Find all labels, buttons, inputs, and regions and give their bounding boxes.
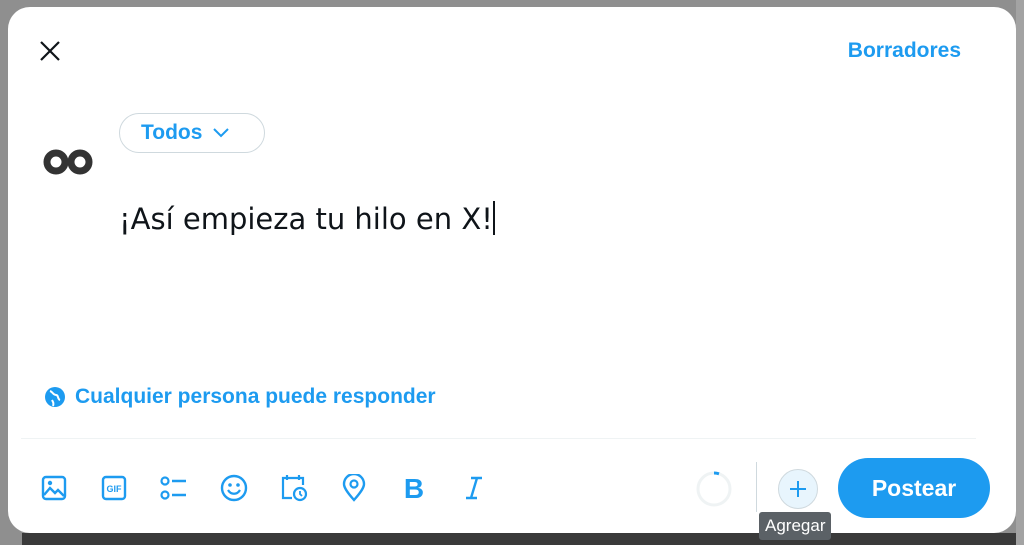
- text-caret: [492, 201, 495, 235]
- audience-label: Todos: [141, 121, 203, 144]
- audience-selector[interactable]: Todos: [119, 113, 265, 153]
- post-text-input[interactable]: ¡Así empieza tu hilo en X!: [119, 201, 495, 236]
- drafts-button[interactable]: Borradores: [848, 39, 961, 63]
- schedule-icon[interactable]: [278, 472, 310, 504]
- reply-setting-label: Cualquier persona puede responder: [75, 385, 436, 408]
- bold-icon[interactable]: B: [398, 472, 430, 504]
- add-tooltip: Agregar: [759, 512, 832, 540]
- svg-text:GIF: GIF: [107, 484, 123, 494]
- add-post-button[interactable]: [778, 469, 818, 509]
- svg-text:B: B: [404, 475, 424, 501]
- chevron-down-icon: [213, 128, 230, 138]
- divider: [21, 438, 976, 439]
- globe-icon: [45, 387, 65, 407]
- gif-icon[interactable]: GIF: [98, 472, 130, 504]
- plus-icon: [790, 481, 806, 497]
- toolbar: GIF B: [38, 472, 490, 504]
- italic-icon[interactable]: [458, 472, 490, 504]
- post-text: ¡Así empieza tu hilo en X!: [119, 202, 493, 236]
- emoji-icon[interactable]: [218, 472, 250, 504]
- reply-settings-button[interactable]: Cualquier persona puede responder: [44, 385, 436, 409]
- compose-modal: Borradores Todos ¡Así empieza tu hilo en…: [8, 7, 1016, 533]
- character-progress-ring: [696, 471, 732, 507]
- background-content: [1016, 0, 1024, 545]
- close-icon[interactable]: [38, 39, 62, 63]
- poll-icon[interactable]: [158, 472, 190, 504]
- background-content: [22, 533, 1022, 545]
- location-icon[interactable]: [338, 472, 370, 504]
- avatar[interactable]: [36, 127, 100, 191]
- toolbar-separator: [756, 462, 757, 512]
- post-button[interactable]: Postear: [838, 458, 990, 518]
- image-icon[interactable]: [38, 472, 70, 504]
